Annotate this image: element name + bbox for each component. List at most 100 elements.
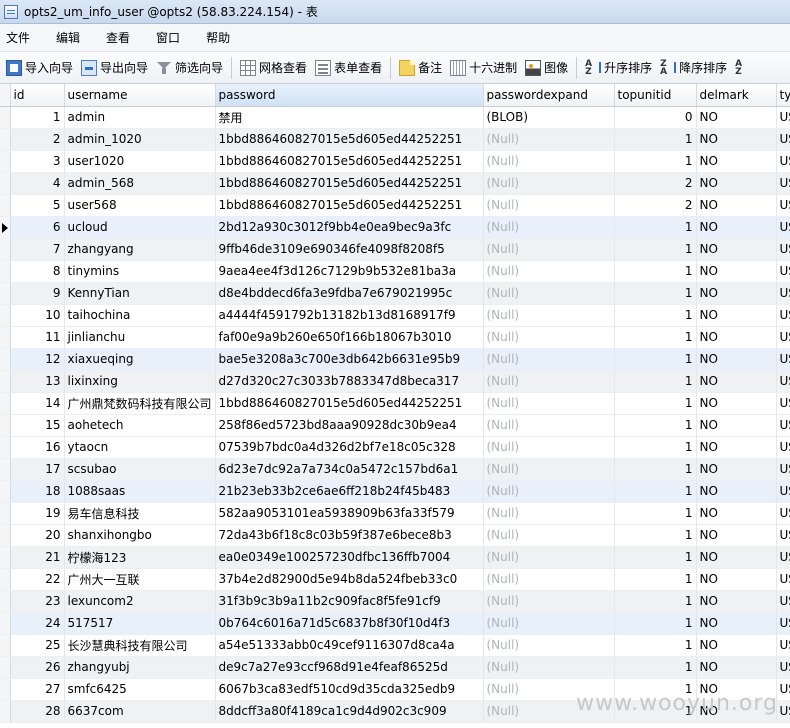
cell-delmark[interactable]: NO: [696, 568, 777, 591]
row-indicator[interactable]: [0, 634, 11, 657]
table-row[interactable]: 20 shanxihongbo 72da43b6f18c8c03b59f387e6b…: [0, 524, 790, 547]
cell-ty[interactable]: US: [776, 634, 790, 657]
cell-id[interactable]: 13: [10, 370, 65, 393]
cell-id[interactable]: 5: [10, 194, 65, 217]
cell-ty[interactable]: US: [776, 326, 790, 349]
cell-delmark[interactable]: NO: [696, 238, 777, 261]
cell-username[interactable]: user568: [64, 194, 216, 217]
row-indicator[interactable]: [0, 304, 11, 327]
cell-topunitid[interactable]: 0: [614, 106, 697, 129]
cell-topunitid[interactable]: 1: [614, 128, 697, 151]
table-row[interactable]: 25 长沙慧典科技有限公司 a54e51333abb0c49cef9116307d8…: [0, 634, 790, 657]
cell-id[interactable]: 10: [10, 304, 65, 327]
cell-id[interactable]: 16: [10, 436, 65, 459]
cell-id[interactable]: 6: [10, 216, 65, 239]
row-indicator[interactable]: [0, 656, 11, 679]
cell-delmark[interactable]: NO: [696, 304, 777, 327]
menu-file[interactable]: 文件: [0, 29, 44, 46]
cell-passwordexpand[interactable]: (Null): [483, 172, 615, 195]
cell-password[interactable]: 07539b7bdc0a4d326d2bf7e18c05c328: [215, 436, 484, 459]
cell-username[interactable]: 1088saas: [64, 480, 216, 503]
form-view-button[interactable]: 表单查看: [311, 55, 386, 81]
cell-delmark[interactable]: NO: [696, 128, 777, 151]
cell-topunitid[interactable]: 1: [614, 282, 697, 305]
cell-password[interactable]: 6d23e7dc92a7a734c0a5472c157bd6a1: [215, 458, 484, 481]
cell-username[interactable]: 易车信息科技: [64, 502, 216, 525]
cell-passwordexpand[interactable]: (Null): [483, 568, 615, 591]
table-row[interactable]: 15 aohetech 258f86ed5723bd8aaa90928dc30b9e…: [0, 414, 790, 437]
row-indicator[interactable]: [0, 150, 11, 173]
column-header-delmark[interactable]: delmark: [696, 84, 777, 107]
cell-ty[interactable]: US: [776, 656, 790, 679]
cell-username[interactable]: admin_568: [64, 172, 216, 195]
cell-password[interactable]: 1bbd886460827015e5d605ed44252251: [215, 172, 484, 195]
cell-password[interactable]: de9c7a27e93ccf968d91e4feaf86525d: [215, 656, 484, 679]
cell-username[interactable]: smfc6425: [64, 678, 216, 701]
cell-ty[interactable]: US: [776, 282, 790, 305]
cell-password[interactable]: d8e4bddecd6fa3e9fdba7e679021995c: [215, 282, 484, 305]
table-row[interactable]: 6 ucloud 2bd12a930c3012f9bb4e0ea9bec9a3fc(…: [0, 216, 790, 239]
menu-window[interactable]: 窗口: [150, 29, 194, 46]
cell-passwordexpand[interactable]: (Null): [483, 282, 615, 305]
cell-topunitid[interactable]: 1: [614, 392, 697, 415]
row-indicator[interactable]: [0, 502, 11, 525]
cell-username[interactable]: admin_1020: [64, 128, 216, 151]
cell-delmark[interactable]: NO: [696, 370, 777, 393]
cell-delmark[interactable]: NO: [696, 612, 777, 635]
table-row[interactable]: 3 user1020 1bbd886460827015e5d605ed4425225…: [0, 150, 790, 173]
cell-username[interactable]: 长沙慧典科技有限公司: [64, 634, 216, 657]
cell-id[interactable]: 20: [10, 524, 65, 547]
cell-delmark[interactable]: NO: [696, 656, 777, 679]
cell-ty[interactable]: US: [776, 194, 790, 217]
cell-ty[interactable]: US: [776, 128, 790, 151]
cell-passwordexpand[interactable]: (Null): [483, 612, 615, 635]
cell-passwordexpand[interactable]: (Null): [483, 150, 615, 173]
cell-topunitid[interactable]: 1: [614, 326, 697, 349]
table-row[interactable]: 14 广州鼎梵数码科技有限公司 1bbd886460827015e5d605ed44…: [0, 392, 790, 415]
cell-passwordexpand[interactable]: (Null): [483, 392, 615, 415]
cell-delmark[interactable]: NO: [696, 194, 777, 217]
cell-topunitid[interactable]: 1: [614, 656, 697, 679]
filter-wizard-button[interactable]: 筛选向导: [152, 55, 227, 81]
cell-password[interactable]: 31f3b9c3b9a11b2c909fac8f5fe91cf9: [215, 590, 484, 613]
cell-ty[interactable]: US: [776, 546, 790, 569]
table-row[interactable]: 2 admin_1020 1bbd886460827015e5d605ed44252…: [0, 128, 790, 151]
cell-password[interactable]: 1bbd886460827015e5d605ed44252251: [215, 150, 484, 173]
menu-view[interactable]: 查看: [100, 29, 144, 46]
cell-id[interactable]: 27: [10, 678, 65, 701]
cell-passwordexpand[interactable]: (Null): [483, 634, 615, 657]
cell-passwordexpand[interactable]: (Null): [483, 502, 615, 525]
table-row[interactable]: 16 ytaocn 07539b7bdc0a4d326d2bf7e18c05c328…: [0, 436, 790, 459]
column-header-ty[interactable]: ty: [776, 84, 790, 107]
cell-password[interactable]: a54e51333abb0c49cef9116307d8ca4a: [215, 634, 484, 657]
cell-ty[interactable]: US: [776, 216, 790, 239]
cell-username[interactable]: zhangyang: [64, 238, 216, 261]
cell-ty[interactable]: US: [776, 436, 790, 459]
cell-password[interactable]: 37b4e2d82900d5e94b8da524fbeb33c0: [215, 568, 484, 591]
cell-username[interactable]: taihochina: [64, 304, 216, 327]
cell-password[interactable]: 1bbd886460827015e5d605ed44252251: [215, 128, 484, 151]
cell-ty[interactable]: US: [776, 678, 790, 701]
cell-password[interactable]: faf00e9a9b260e650f166b18067b3010: [215, 326, 484, 349]
cell-ty[interactable]: US: [776, 612, 790, 635]
row-indicator[interactable]: [0, 370, 11, 393]
cell-passwordexpand[interactable]: (Null): [483, 414, 615, 437]
cell-topunitid[interactable]: 1: [614, 480, 697, 503]
cell-username[interactable]: lexuncom2: [64, 590, 216, 613]
cell-passwordexpand[interactable]: (Null): [483, 238, 615, 261]
cell-passwordexpand[interactable]: (Null): [483, 326, 615, 349]
cell-id[interactable]: 18: [10, 480, 65, 503]
cell-passwordexpand[interactable]: (Null): [483, 260, 615, 283]
cell-passwordexpand[interactable]: (Null): [483, 216, 615, 239]
cell-ty[interactable]: US: [776, 590, 790, 613]
cell-topunitid[interactable]: 1: [614, 414, 697, 437]
cell-username[interactable]: tinymins: [64, 260, 216, 283]
cell-topunitid[interactable]: 1: [614, 260, 697, 283]
cell-ty[interactable]: US: [776, 172, 790, 195]
cell-password[interactable]: 禁用: [215, 106, 484, 129]
cell-username[interactable]: 517517: [64, 612, 216, 635]
cell-username[interactable]: scsubao: [64, 458, 216, 481]
cell-ty[interactable]: US: [776, 150, 790, 173]
row-indicator[interactable]: [0, 128, 11, 151]
row-indicator[interactable]: [0, 238, 11, 261]
